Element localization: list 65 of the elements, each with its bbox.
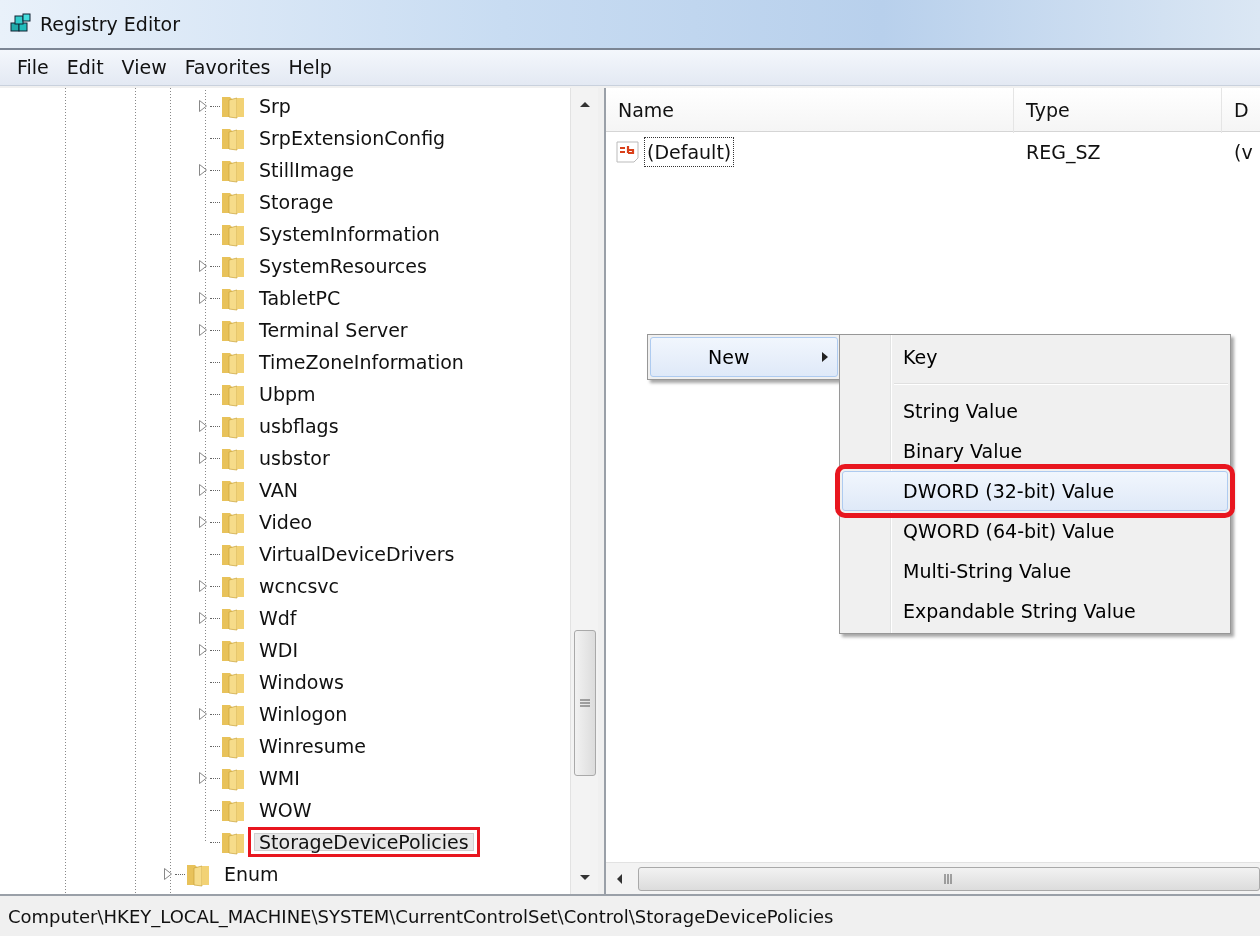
tree-item[interactable]: TimeZoneInformation — [248, 347, 475, 377]
tree-item[interactable]: VAN — [248, 475, 309, 505]
column-header[interactable]: D — [1222, 88, 1260, 133]
menu-item[interactable]: Favorites — [175, 51, 280, 84]
expand-icon[interactable] — [198, 323, 208, 337]
tree-item[interactable]: wcncsvc — [248, 571, 351, 601]
expand-icon[interactable] — [198, 643, 208, 657]
expand-icon[interactable] — [198, 259, 208, 273]
window-title: Registry Editor — [40, 11, 181, 37]
expand-icon[interactable] — [198, 579, 208, 593]
tree-item[interactable]: Storage — [248, 187, 345, 217]
expand-icon[interactable] — [198, 99, 208, 113]
status-path: Computer\HKEY_LOCAL_MACHINE\SYSTEM\CurrentControlSet\Control\StorageDevicePolicies — [0, 894, 1260, 936]
expand-icon[interactable] — [198, 515, 208, 529]
scroll-thumb[interactable] — [573, 630, 596, 776]
menu-item[interactable]: New — [650, 337, 838, 377]
expand-icon[interactable] — [198, 291, 208, 305]
tree-item[interactable]: VirtualDeviceDrivers — [248, 539, 466, 569]
tree-item[interactable]: usbstor — [248, 443, 341, 473]
tree-item[interactable]: WMI — [248, 763, 311, 793]
vertical-scrollbar[interactable] — [570, 88, 598, 894]
tree-item[interactable]: SystemInformation — [248, 219, 451, 249]
expand-icon[interactable] — [198, 451, 208, 465]
expand-icon[interactable] — [198, 419, 208, 433]
tree-item[interactable]: Srp — [248, 91, 302, 121]
expand-icon[interactable] — [198, 163, 208, 177]
expand-icon[interactable] — [198, 611, 208, 625]
tree-item[interactable]: Windows — [248, 667, 355, 697]
menu-item[interactable]: QWORD (64-bit) Value — [842, 511, 1228, 551]
menu-item[interactable]: Binary Value — [842, 431, 1228, 471]
expand-icon[interactable] — [163, 867, 173, 881]
value-data: (v — [1233, 139, 1254, 165]
expand-icon[interactable] — [198, 707, 208, 721]
tree-item[interactable]: Enum — [213, 859, 290, 889]
tree-item[interactable]: Winlogon — [248, 699, 359, 729]
menu-item[interactable]: Edit — [57, 51, 113, 84]
menu-item[interactable]: Help — [279, 51, 341, 84]
tree-item[interactable]: StillImage — [248, 155, 365, 185]
tree-item[interactable]: SrpExtensionConfig — [248, 123, 457, 153]
tree-item[interactable]: WDI — [248, 635, 310, 665]
tree-item[interactable]: Wdf — [248, 603, 308, 633]
tree-item[interactable]: Winresume — [248, 731, 377, 761]
expand-icon[interactable] — [198, 483, 208, 497]
menu-item[interactable]: Key — [842, 337, 1228, 377]
column-header[interactable]: Name — [606, 88, 1014, 133]
tree-item[interactable]: SystemResources — [248, 251, 438, 281]
value-name[interactable]: (Default) — [644, 136, 735, 168]
tree-item[interactable]: Video — [248, 507, 324, 537]
menu-item[interactable]: View — [112, 51, 176, 84]
menu-item[interactable]: String Value — [842, 391, 1228, 431]
scroll-thumb[interactable] — [638, 866, 1260, 891]
tree-item[interactable]: WOW — [248, 795, 323, 825]
menu-item[interactable]: Expandable String Value — [842, 591, 1228, 631]
tree-item[interactable]: usbflags — [248, 411, 350, 441]
column-header[interactable]: Type — [1014, 88, 1222, 133]
menu-item[interactable]: Multi-String Value — [842, 551, 1228, 591]
tree-item[interactable]: Terminal Server — [248, 315, 419, 345]
value-type: REG_SZ — [1025, 139, 1102, 166]
tree-item[interactable]: StorageDevicePolicies — [248, 827, 480, 857]
horizontal-scrollbar[interactable] — [606, 862, 1260, 894]
tree-item[interactable]: Ubpm — [248, 379, 327, 409]
string-value-icon — [616, 140, 642, 164]
expand-icon[interactable] — [198, 771, 208, 785]
tree-item[interactable]: TabletPC — [248, 283, 352, 313]
menu-item[interactable]: File — [8, 51, 58, 84]
